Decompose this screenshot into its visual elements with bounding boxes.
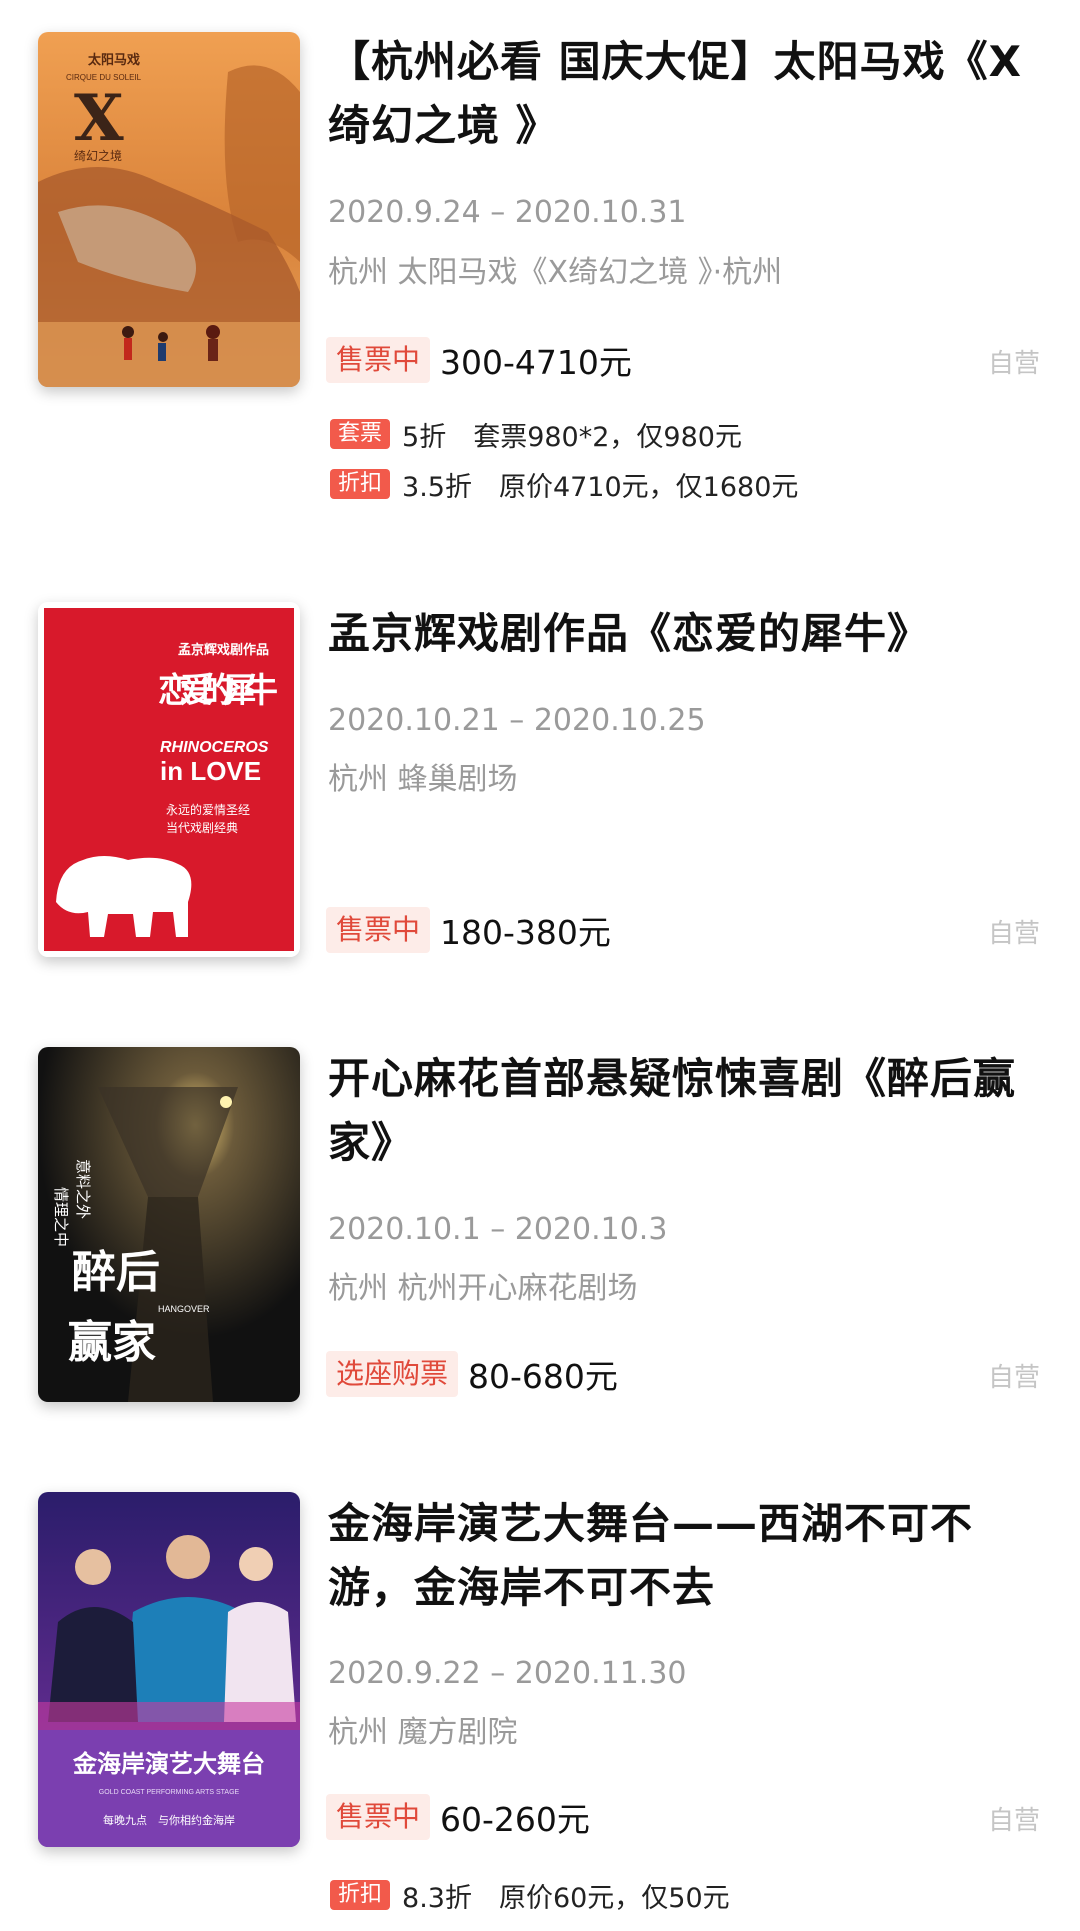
poster-en-text: GOLD COAST PERFORMING ARTS STAGE (99, 1789, 240, 1796)
self-operated-label: 自营 (987, 1806, 1040, 1836)
event-dates: 2020.10.1 – 2020.10.3 (328, 1212, 668, 1247)
poster-title-text: 金海岸演艺大舞台 (72, 1750, 265, 1778)
promo-text: 8.3折 原价60元，仅50元 (402, 1882, 730, 1914)
event-title[interactable]: 【杭州必看 国庆大促】太阳马戏《X绮幻之境 》 (328, 30, 1048, 158)
event-venue: 杭州 杭州开心麻花剧场 (328, 1271, 638, 1306)
event-poster-image[interactable]: 意料之外 情理之中 醉后 赢家 HANGOVER (38, 1047, 300, 1402)
price-range: 60-260元 (440, 1800, 590, 1839)
event-dates: 2020.9.22 – 2020.11.30 (328, 1656, 687, 1691)
event-title[interactable]: 金海岸演艺大舞台——西湖不可不游，金海岸不可不去 (328, 1492, 1048, 1620)
poster-brand-text: 太阳马戏 (87, 52, 140, 67)
price-row: 选座购票 80-680元 (326, 1350, 618, 1398)
poster-line2-text: 当代戏剧经典 (166, 821, 238, 835)
status-badge: 选座购票 (326, 1351, 459, 1397)
poster-title-text: 恋爱的犀牛 (158, 671, 278, 710)
self-operated-label: 自营 (987, 349, 1040, 379)
event-poster-image[interactable]: 孟京辉戏剧作品 恋爱的犀牛 RHINOCEROS in LOVE 永远的爱情圣经… (38, 602, 300, 957)
poster-line1-text: 永远的爱情圣经 (166, 802, 250, 817)
promo-row: 折扣 8.3折 原价60元，仅50元 (330, 1877, 730, 1914)
promo-tag: 折扣 (330, 469, 391, 499)
promo-row: 折扣 3.5折 原价4710元，仅1680元 (330, 466, 799, 503)
status-badge: 售票中 (326, 1794, 431, 1840)
event-venue: 杭州 太阳马戏《X绮幻之境 》·杭州 (328, 255, 783, 290)
self-operated-label: 自营 (987, 1363, 1040, 1393)
event-venue: 杭州 蜂巢剧场 (328, 762, 518, 797)
poster-name-text: 绮幻之境 (74, 148, 122, 163)
promo-text: 3.5折 原价4710元，仅1680元 (402, 471, 799, 503)
price-row: 售票中 300-4710元 (326, 336, 632, 384)
event-title[interactable]: 开心麻花首部悬疑惊悚喜剧《醉后赢家》 (328, 1047, 1048, 1175)
poster-t2-text: 赢家 (68, 1317, 156, 1368)
poster-side1-text: 意料之外 (74, 1159, 92, 1219)
poster-side2-text: 情理之中 (52, 1187, 69, 1247)
price-range: 180-380元 (440, 913, 611, 952)
event-venue: 杭州 魔方剧院 (328, 1715, 518, 1750)
promo-tag: 套票 (330, 419, 391, 449)
promo-text: 5折 套票980*2，仅980元 (402, 421, 742, 453)
price-range: 80-680元 (468, 1357, 618, 1396)
event-dates: 2020.9.24 – 2020.10.31 (328, 195, 687, 230)
poster-mark-text: X (74, 81, 124, 156)
event-title[interactable]: 孟京辉戏剧作品《恋爱的犀牛》 (328, 602, 1048, 666)
poster-en1-text: RHINOCEROS (160, 739, 269, 756)
status-badge: 售票中 (326, 907, 431, 953)
event-poster-image[interactable]: 太阳马戏 CIRQUE DU SOLEIL X 绮幻之境 (38, 32, 300, 387)
promo-row: 套票 5折 套票980*2，仅980元 (330, 416, 742, 453)
status-badge: 售票中 (326, 337, 431, 383)
poster-en-text: HANGOVER (158, 1304, 210, 1314)
event-dates: 2020.10.21 – 2020.10.25 (328, 703, 706, 738)
poster-t1-text: 醉后 (72, 1247, 160, 1298)
price-range: 300-4710元 (440, 343, 632, 382)
self-operated-label: 自营 (987, 919, 1040, 949)
promo-tag: 折扣 (330, 1880, 391, 1910)
price-row: 售票中 60-260元 (326, 1793, 590, 1841)
poster-top-text: 孟京辉戏剧作品 (178, 642, 269, 657)
poster-en2-text: in LOVE (160, 756, 261, 786)
event-poster-image[interactable]: 金海岸演艺大舞台 GOLD COAST PERFORMING ARTS STAG… (38, 1492, 300, 1847)
price-row: 售票中 180-380元 (326, 906, 611, 954)
poster-slogan-text: 每晚九点 与你相约金海岸 (103, 1813, 235, 1827)
